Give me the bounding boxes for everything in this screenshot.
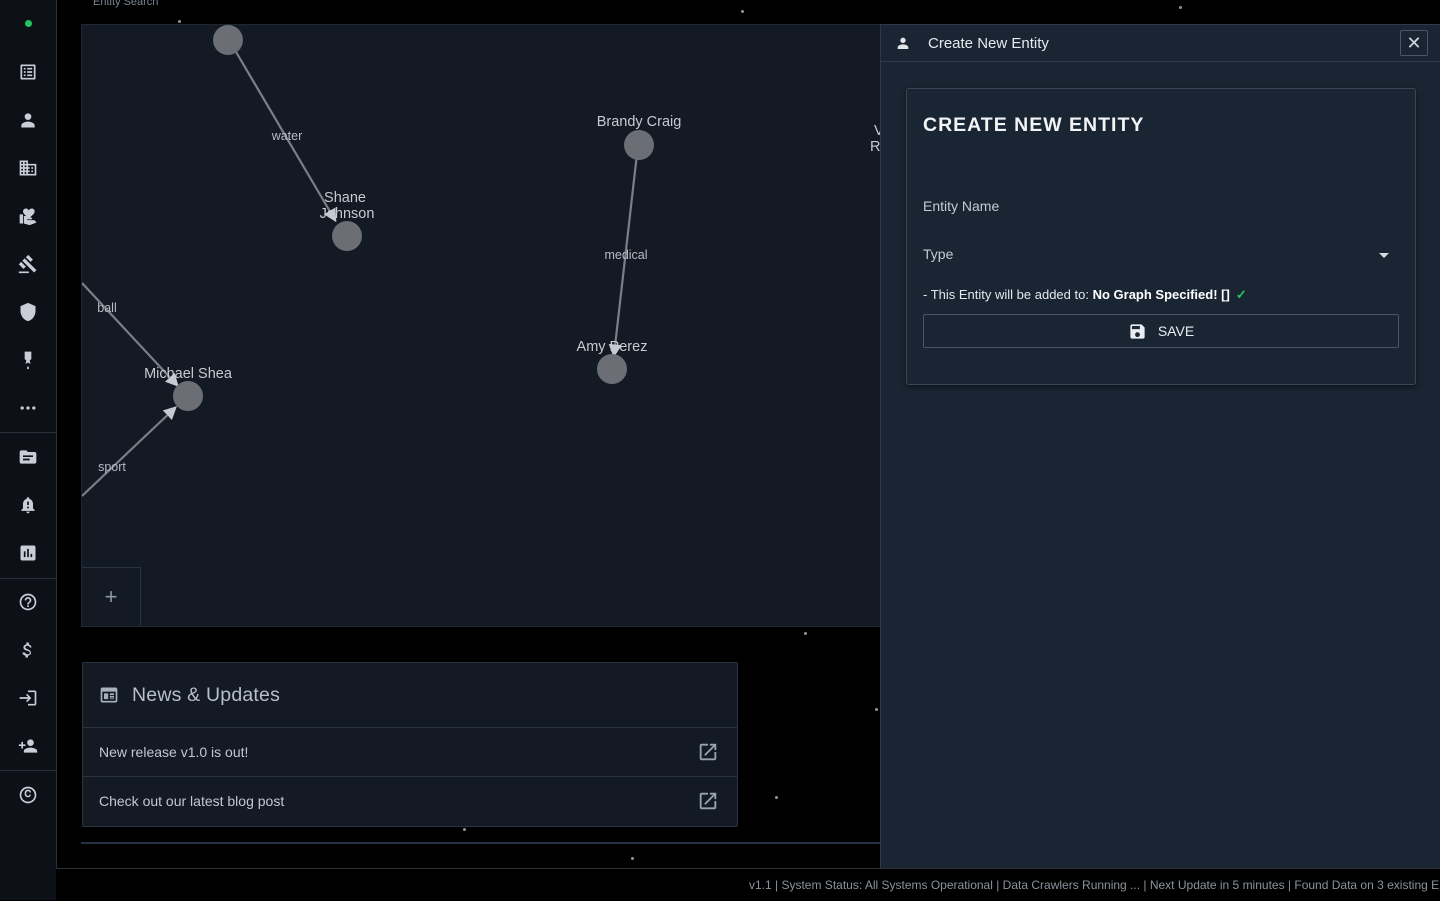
edge-label-water: water <box>271 129 303 143</box>
check-icon: ✓ <box>1235 287 1247 302</box>
open-in-new-icon[interactable] <box>697 741 719 763</box>
edge-label-sport: sport <box>98 460 126 474</box>
node-label-shane: Shane <box>324 190 366 206</box>
sidebar-divider <box>0 432 56 433</box>
more-horiz-icon <box>20 406 36 410</box>
charity-icon <box>19 208 37 226</box>
status-bar: v1.1 | System Status: All Systems Operat… <box>56 868 1440 901</box>
entity-search-label: Entity Search <box>93 0 159 8</box>
newspaper-icon <box>100 687 118 703</box>
graph-node[interactable] <box>213 25 243 55</box>
note-prefix: - This Entity will be added to: <box>923 287 1093 302</box>
medal-icon <box>24 351 32 370</box>
news-item[interactable]: New release v1.0 is out! <box>83 728 737 777</box>
background-dot <box>463 828 466 831</box>
sidebar-item-awards[interactable] <box>0 340 56 380</box>
type-select[interactable]: Type <box>923 246 1399 262</box>
copyright-icon <box>19 786 37 804</box>
graph-node-michael-shea[interactable] <box>173 381 203 411</box>
create-entity-panel-header: Create New Entity ✕ <box>881 25 1440 62</box>
note-target: No Graph Specified! [] <box>1092 287 1230 302</box>
dollar-icon <box>22 642 32 658</box>
background-dot <box>875 708 878 711</box>
graph-node-amy-perez[interactable] <box>597 354 627 384</box>
sidebar-divider <box>0 770 56 771</box>
login-icon <box>19 690 37 706</box>
sidebar <box>0 0 57 900</box>
target-graph-note: - This Entity will be added to: No Graph… <box>923 287 1247 303</box>
status-indicator <box>25 20 32 27</box>
sidebar-divider <box>0 578 56 579</box>
sidebar-item-copyright[interactable] <box>0 775 56 815</box>
close-button[interactable]: ✕ <box>1400 30 1428 56</box>
node-label-brandy-craig: Brandy Craig <box>597 114 682 130</box>
list-icon <box>20 64 36 80</box>
chevron-down-icon <box>1379 253 1389 258</box>
sidebar-item-pricing[interactable] <box>0 630 56 670</box>
graph-node-brandy-craig[interactable] <box>624 130 654 160</box>
save-label: SAVE <box>1157 323 1195 339</box>
save-icon <box>1130 323 1145 339</box>
sidebar-item-people[interactable] <box>0 100 56 140</box>
news-item-text: Check out our latest blog post <box>99 793 285 809</box>
background-dot <box>741 10 744 13</box>
news-item[interactable]: Check out our latest blog post <box>83 777 737 825</box>
sidebar-item-records[interactable] <box>0 52 56 92</box>
background-dot <box>804 632 807 635</box>
sidebar-item-legal[interactable] <box>0 244 56 284</box>
sidebar-item-analytics[interactable] <box>0 533 56 573</box>
graph-canvas[interactable]: water medical ball sport Shane Johnson B… <box>81 24 883 627</box>
add-node-button[interactable]: + <box>82 567 141 626</box>
type-select-label: Type <box>923 246 954 262</box>
entity-name-field[interactable]: Entity Name <box>923 198 1399 214</box>
graph-node-shane-johnson[interactable] <box>332 221 362 251</box>
background-dot <box>1179 6 1182 9</box>
divider <box>81 842 881 844</box>
sidebar-item-login[interactable] <box>0 678 56 718</box>
sidebar-item-organizations[interactable] <box>0 148 56 188</box>
background-dot <box>178 20 181 23</box>
form-title: CREATE NEW ENTITY <box>923 114 1145 136</box>
status-text: v1.1 | System Status: All Systems Operat… <box>749 878 1439 892</box>
node-label-johnson: Johnson <box>320 206 375 222</box>
edge-label-medical: medical <box>604 248 647 262</box>
panel-title: Create New Entity <box>928 34 1049 52</box>
sidebar-item-register[interactable] <box>0 726 56 766</box>
gavel-icon <box>18 254 37 274</box>
save-button[interactable]: SAVE <box>923 314 1399 348</box>
sidebar-item-charity[interactable] <box>0 196 56 236</box>
alert-icon <box>21 497 35 514</box>
background-dot <box>775 796 778 799</box>
node-label-offscreen-2: R <box>870 139 880 155</box>
news-item-text: New release v1.0 is out! <box>99 744 249 760</box>
sidebar-item-help[interactable] <box>0 582 56 622</box>
shield-icon <box>20 302 36 322</box>
help-icon <box>19 593 37 611</box>
open-in-new-icon[interactable] <box>697 790 719 812</box>
person-icon <box>21 113 35 128</box>
create-entity-panel: Create New Entity ✕ CREATE NEW ENTITY En… <box>880 24 1440 877</box>
node-label-amy-perez: Amy Perez <box>577 339 648 355</box>
create-entity-form: CREATE NEW ENTITY Entity Name Type - Thi… <box>906 88 1416 385</box>
background-dot <box>631 857 634 860</box>
node-label-michael-shea: Michael Shea <box>144 366 233 382</box>
sidebar-item-more[interactable] <box>0 388 56 428</box>
chart-icon <box>20 545 36 561</box>
add-user-icon <box>18 739 38 753</box>
news-header: News & Updates <box>83 663 737 728</box>
graph-edge-sport[interactable] <box>82 406 177 497</box>
document-icon <box>19 450 37 464</box>
person-icon <box>897 37 909 49</box>
sidebar-item-alerts[interactable] <box>0 485 56 525</box>
news-title: News & Updates <box>132 683 281 706</box>
edge-label-ball: ball <box>97 301 116 315</box>
sidebar-item-security[interactable] <box>0 292 56 332</box>
news-panel: News & Updates New release v1.0 is out! … <box>82 662 738 827</box>
graph-svg: water medical ball sport Shane Johnson B… <box>82 25 882 497</box>
sidebar-item-documents[interactable] <box>0 437 56 477</box>
building-icon <box>19 160 37 176</box>
